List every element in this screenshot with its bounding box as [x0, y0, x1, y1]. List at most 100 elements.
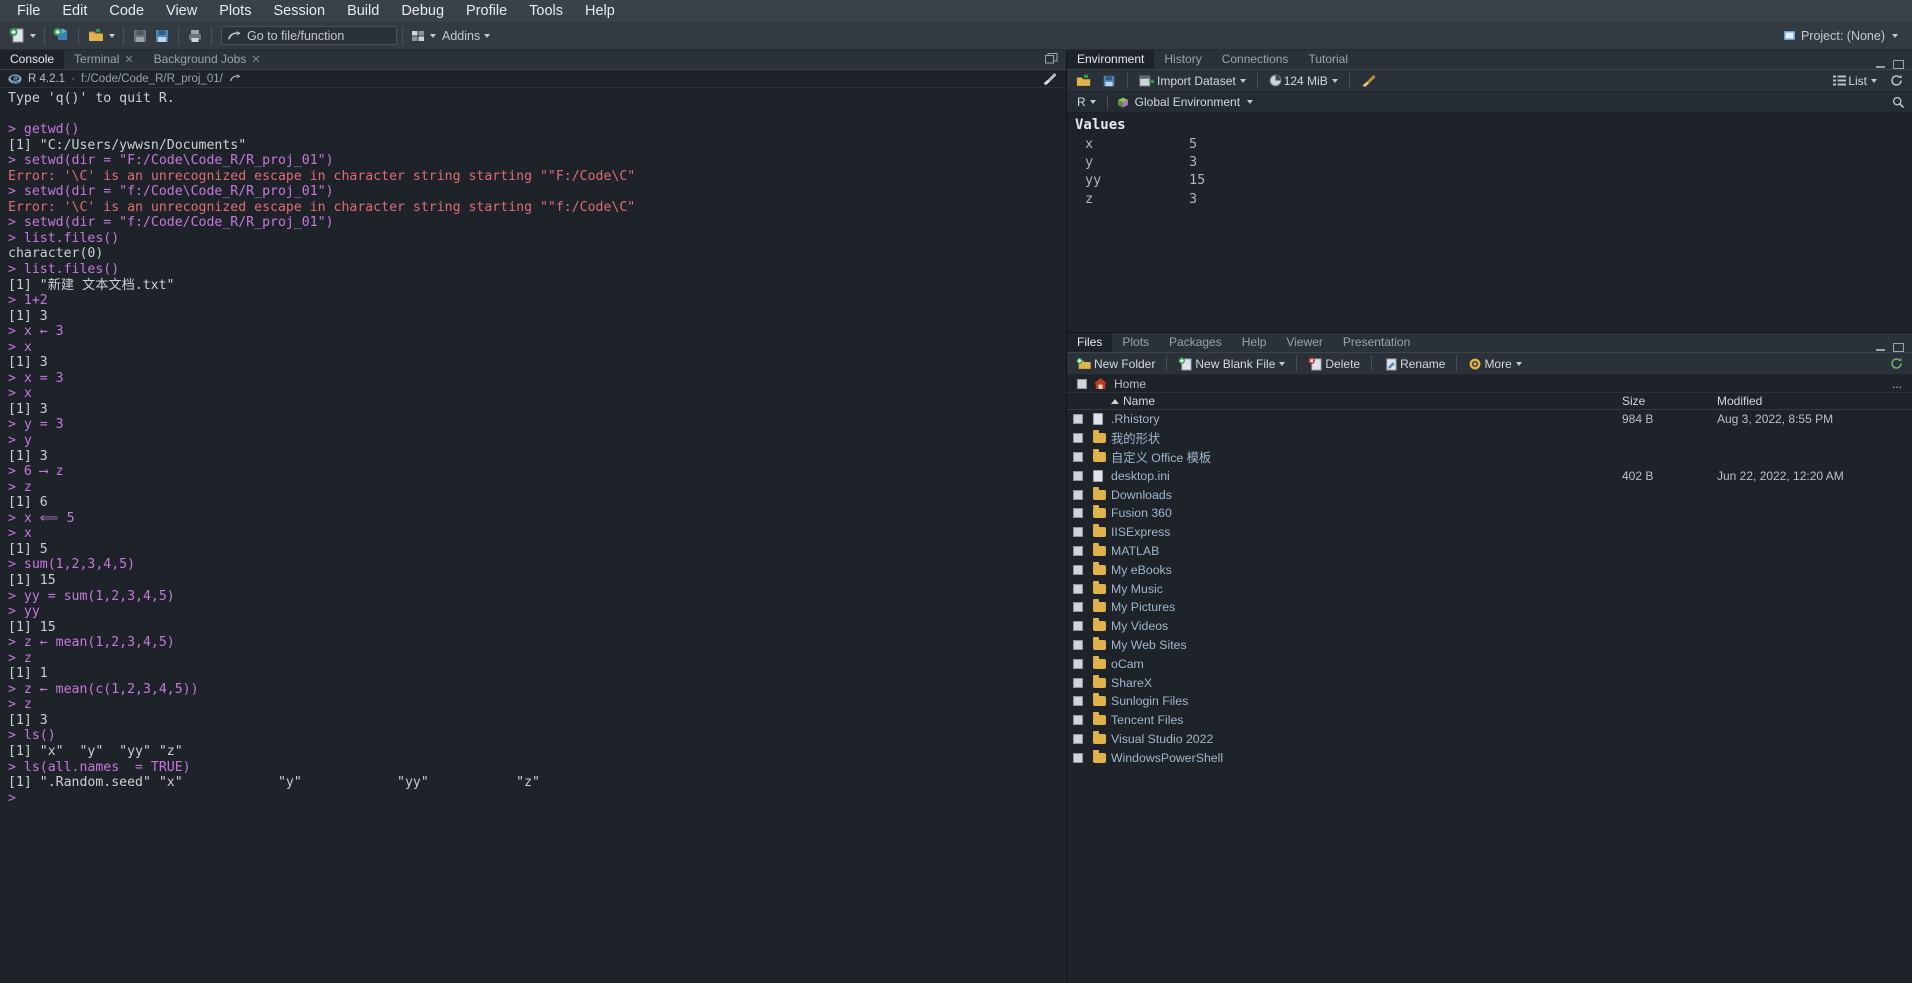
file-name-cell[interactable]: My Pictures [1111, 600, 1622, 614]
new-blank-file-button[interactable]: New Blank File [1175, 355, 1288, 373]
more-button[interactable]: More [1465, 355, 1524, 373]
close-icon[interactable]: ✕ [124, 53, 133, 66]
save-button[interactable] [129, 26, 151, 46]
tab-tutorial[interactable]: Tutorial [1298, 50, 1358, 69]
file-checkbox[interactable] [1073, 564, 1083, 575]
file-row[interactable]: desktop.ini 402 B Jun 22, 2022, 12:20 AM [1067, 466, 1912, 485]
file-name-cell[interactable]: WindowsPowerShell [1111, 751, 1622, 765]
file-checkbox[interactable] [1073, 527, 1083, 538]
environment-row[interactable]: z3 [1067, 190, 1912, 208]
tab-plots[interactable]: Plots [1112, 333, 1159, 352]
file-name-cell[interactable]: oCam [1111, 657, 1622, 671]
file-row[interactable]: My Videos [1067, 617, 1912, 636]
menu-item-edit[interactable]: Edit [51, 1, 98, 21]
new-blank-file-caret-icon[interactable] [1279, 361, 1286, 366]
tab-files[interactable]: Files [1067, 333, 1113, 352]
file-checkbox[interactable] [1073, 433, 1083, 444]
save-all-button[interactable] [151, 26, 173, 46]
file-name-cell[interactable]: My eBooks [1111, 563, 1622, 577]
environment-row[interactable]: x5 [1067, 135, 1912, 153]
file-name-cell[interactable]: My Music [1111, 582, 1622, 596]
breadcrumb-home-label[interactable]: Home [1114, 377, 1146, 391]
new-file-button[interactable] [6, 25, 39, 46]
file-name-cell[interactable]: Downloads [1111, 488, 1622, 502]
file-row[interactable]: IISExpress [1067, 523, 1912, 542]
file-checkbox[interactable] [1073, 715, 1083, 726]
addins-caret-icon[interactable] [484, 33, 491, 38]
console-output[interactable]: Type 'q()' to quit R. > getwd() [1] "C:/U… [0, 88, 1066, 983]
file-checkbox[interactable] [1073, 508, 1083, 519]
file-name-cell[interactable]: desktop.ini [1111, 469, 1622, 483]
file-name-cell[interactable]: .Rhistory [1111, 412, 1622, 426]
environment-caret-icon[interactable] [1247, 100, 1254, 104]
tab-presentation[interactable]: Presentation [1333, 333, 1420, 352]
size-column-header[interactable]: Size [1622, 394, 1717, 408]
import-dataset-caret-icon[interactable] [1239, 78, 1246, 83]
new-project-button[interactable] [50, 25, 73, 46]
breadcrumb-overflow[interactable]: ... [1892, 377, 1902, 391]
file-row[interactable]: Fusion 360 [1067, 504, 1912, 523]
file-checkbox[interactable] [1073, 602, 1083, 613]
pane-layout-caret-icon[interactable] [430, 33, 436, 38]
tab-environment[interactable]: Environment [1067, 50, 1155, 69]
tab-console[interactable]: Console [0, 50, 65, 69]
open-in-finder-icon[interactable] [229, 73, 241, 84]
file-checkbox[interactable] [1073, 545, 1083, 556]
refresh-environment-button[interactable] [1887, 72, 1906, 89]
file-row[interactable]: Sunlogin Files [1067, 692, 1912, 711]
menu-item-session[interactable]: Session [262, 1, 336, 21]
new-folder-button[interactable]: New Folder [1073, 355, 1158, 373]
tab-history[interactable]: History [1154, 50, 1211, 69]
file-row[interactable]: WindowsPowerShell [1067, 748, 1912, 767]
file-checkbox[interactable] [1073, 489, 1083, 500]
file-name-cell[interactable]: Fusion 360 [1111, 506, 1622, 520]
maximize-icon[interactable] [1893, 60, 1904, 69]
modified-column-header[interactable]: Modified [1717, 394, 1912, 408]
maximize-console-icon[interactable] [1045, 51, 1058, 69]
menu-item-view[interactable]: View [155, 1, 208, 21]
menu-item-profile[interactable]: Profile [455, 1, 518, 21]
menu-item-code[interactable]: Code [98, 1, 155, 21]
file-row[interactable]: My Web Sites [1067, 636, 1912, 655]
new-file-caret-icon[interactable] [30, 33, 36, 38]
tab-connections[interactable]: Connections [1212, 50, 1299, 69]
import-dataset-button[interactable]: Import Dataset [1136, 72, 1249, 90]
tab-background-jobs[interactable]: Background Jobs ✕ [144, 50, 271, 69]
delete-button[interactable]: Delete [1305, 355, 1363, 373]
file-row[interactable]: My Pictures [1067, 598, 1912, 617]
load-workspace-button[interactable] [1073, 72, 1095, 90]
more-caret-icon[interactable] [1515, 361, 1522, 366]
language-selector[interactable]: R [1074, 93, 1099, 111]
file-row[interactable]: oCam [1067, 654, 1912, 673]
menu-item-file[interactable]: File [6, 1, 51, 21]
file-row[interactable]: My eBooks [1067, 560, 1912, 579]
file-checkbox[interactable] [1073, 414, 1083, 425]
file-row[interactable]: Visual Studio 2022 [1067, 730, 1912, 749]
close-icon[interactable]: ✕ [251, 53, 260, 66]
file-row[interactable]: 自定义 Office 模板 [1067, 448, 1912, 467]
open-file-button[interactable] [84, 25, 118, 46]
minimize-icon[interactable] [1876, 345, 1885, 351]
file-row[interactable]: Downloads [1067, 485, 1912, 504]
file-name-cell[interactable]: Sunlogin Files [1111, 694, 1622, 708]
goto-file-function-button[interactable]: Go to file/function [221, 26, 397, 45]
file-checkbox[interactable] [1073, 451, 1083, 462]
file-name-cell[interactable]: 自定义 Office 模板 [1111, 448, 1622, 466]
file-checkbox[interactable] [1073, 658, 1083, 669]
tab-packages[interactable]: Packages [1159, 333, 1232, 352]
file-name-cell[interactable]: My Web Sites [1111, 638, 1622, 652]
project-caret-icon[interactable] [1892, 33, 1898, 38]
memory-usage-button[interactable]: 124 MiB [1266, 72, 1341, 90]
project-selector[interactable]: Project: (None) [1783, 29, 1906, 43]
menu-item-build[interactable]: Build [336, 1, 390, 21]
language-caret-icon[interactable] [1089, 100, 1096, 104]
menu-item-tools[interactable]: Tools [518, 1, 574, 21]
memory-caret-icon[interactable] [1331, 78, 1338, 83]
file-name-cell[interactable]: ShareX [1111, 676, 1622, 690]
view-mode-button[interactable]: List [1830, 72, 1880, 90]
file-checkbox[interactable] [1073, 733, 1083, 744]
file-name-cell[interactable]: MATLAB [1111, 544, 1622, 558]
file-name-cell[interactable]: IISExpress [1111, 525, 1622, 539]
tab-terminal[interactable]: Terminal ✕ [64, 50, 144, 69]
open-file-caret-icon[interactable] [109, 33, 115, 38]
